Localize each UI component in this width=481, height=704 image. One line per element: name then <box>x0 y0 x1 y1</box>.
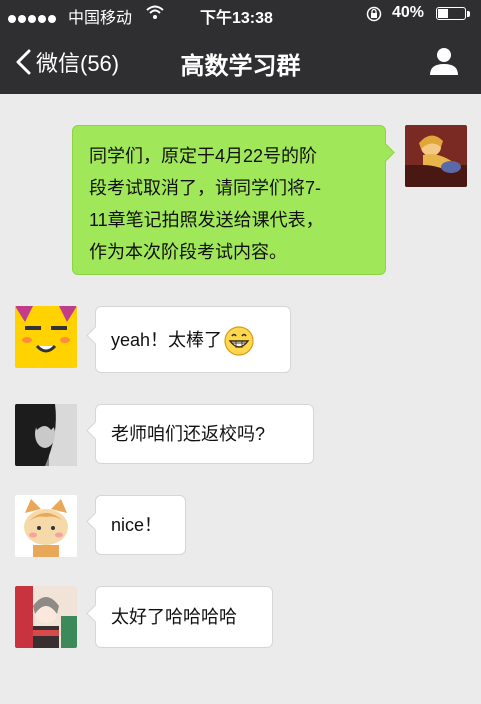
message-bubble[interactable]: yeah！太棒了 <box>86 306 291 373</box>
message-text: 同学们，原定于4月22号的阶 段考试取消了，请同学们将7- 11章笔记拍照发送给… <box>89 146 324 262</box>
message-bubble[interactable]: 老师咱们还返校吗? <box>86 404 314 464</box>
wifi-icon <box>146 5 164 19</box>
message-bubble-self[interactable]: 同学们，原定于4月22号的阶 段考试取消了，请同学们将7- 11章笔记拍照发送给… <box>72 125 395 275</box>
rotation-lock-icon <box>366 6 382 22</box>
avatar-cat[interactable] <box>15 306 77 368</box>
signal-strength-icon <box>8 10 58 28</box>
message-text: nice！ <box>111 515 163 535</box>
message-text: yeah！太棒了 <box>111 330 223 350</box>
message-text: 老师咱们还返校吗? <box>111 424 266 444</box>
group-profile-icon[interactable] <box>428 45 460 77</box>
message-bubble[interactable]: nice！ <box>86 495 186 555</box>
avatar-shiba[interactable] <box>15 495 77 557</box>
carrier-name: 中国移动 <box>68 10 133 27</box>
message-bubble[interactable]: 太好了哈哈哈哈 <box>86 586 273 648</box>
status-bar: 中国移动 下午13:38 40% <box>0 0 481 28</box>
navigation-bar: 微信(56) 高数学习群 <box>0 28 481 94</box>
chat-title: 高数学习群 <box>180 53 301 80</box>
message-text: 太好了哈哈哈哈 <box>111 607 237 627</box>
avatar-girl[interactable] <box>15 404 77 466</box>
grinning-face-emoji-icon <box>224 326 254 356</box>
battery-icon <box>436 7 466 20</box>
battery-tip <box>467 11 470 17</box>
avatar-anime[interactable] <box>15 586 77 648</box>
clock: 下午13:38 <box>200 10 273 27</box>
chat-area[interactable]: 同学们，原定于4月22号的阶 段考试取消了，请同学们将7- 11章笔记拍照发送给… <box>0 94 481 704</box>
avatar-self[interactable] <box>405 125 467 187</box>
battery-percent: 40% <box>392 4 425 21</box>
